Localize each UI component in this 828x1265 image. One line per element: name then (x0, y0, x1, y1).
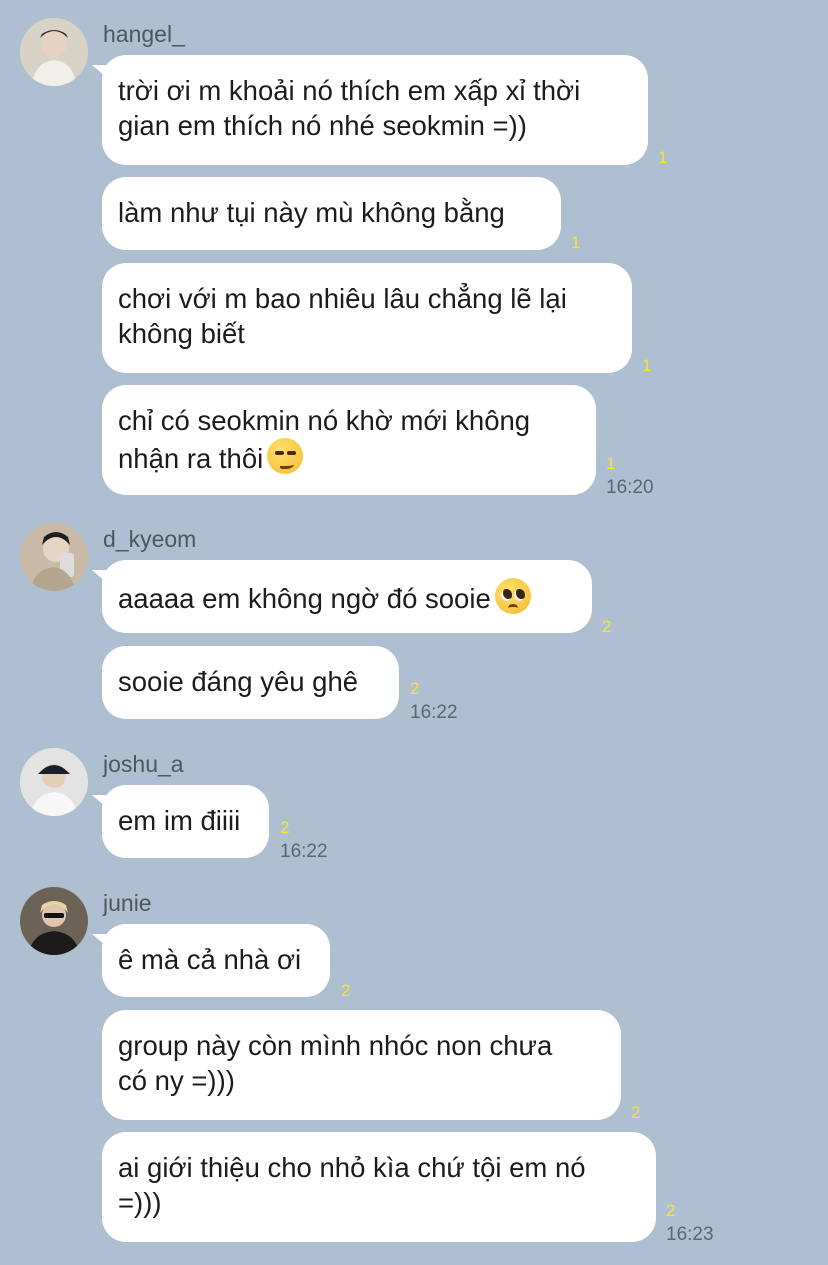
timestamp: 16:20 (606, 477, 654, 498)
message-bubble[interactable]: trời ơi m khoải nó thích em xấp xỉ thời … (92, 55, 648, 165)
read-count: 2 (280, 818, 290, 837)
read-count: 2 (410, 679, 420, 698)
message-bubble[interactable]: ai giới thiệu cho nhỏ kìa chứ tội em nó … (102, 1132, 656, 1242)
read-count: 2 (341, 981, 351, 1000)
message-bubble[interactable]: chơi với m bao nhiêu lâu chẳng lẽ lại kh… (102, 263, 632, 373)
avatar-junie-icon[interactable] (20, 887, 88, 955)
message-bubble[interactable]: group này còn mình nhóc non chưa có ny =… (102, 1010, 621, 1120)
read-count: 1 (571, 233, 581, 252)
sender-name: junie (103, 890, 152, 916)
sender-name: hangel_ (103, 21, 185, 47)
read-count: 2 (602, 617, 612, 636)
read-count: 1 (642, 356, 652, 375)
avatar-hangel-icon[interactable] (20, 18, 88, 86)
message-bubble[interactable]: chỉ có seokmin nó khờ mới không nhận ra … (102, 385, 596, 495)
message-bubble[interactable]: aaaaa em không ngờ đó sooie (92, 560, 592, 633)
message-bubble[interactable]: làm như tụi này mù không bằng (102, 177, 561, 250)
read-count: 2 (666, 1201, 676, 1220)
avatar-joshua-icon[interactable] (20, 748, 88, 816)
avatar-dkyeom-icon[interactable] (20, 523, 88, 591)
timestamp: 16:23 (666, 1224, 714, 1245)
timestamp: 16:22 (410, 702, 458, 723)
message-text: chỉ có seokmin nó khờ mới không nhận ra … (118, 405, 531, 474)
read-count: 1 (606, 454, 616, 473)
message-bubble[interactable]: ê mà cả nhà ơi (92, 924, 330, 997)
pleading-face-icon (494, 578, 531, 614)
message-bubble[interactable]: em im điiii (92, 785, 269, 858)
timestamp: 16:22 (280, 841, 328, 862)
sender-name: joshu_a (103, 751, 184, 777)
message-bubble[interactable]: sooie đáng yêu ghê (102, 646, 399, 719)
sender-name: d_kyeom (103, 526, 197, 552)
smirking-face-icon (267, 438, 304, 474)
read-count: 2 (631, 1103, 641, 1122)
message-text: aaaaa em không ngờ đó sooie (118, 583, 491, 614)
read-count: 1 (658, 148, 668, 167)
